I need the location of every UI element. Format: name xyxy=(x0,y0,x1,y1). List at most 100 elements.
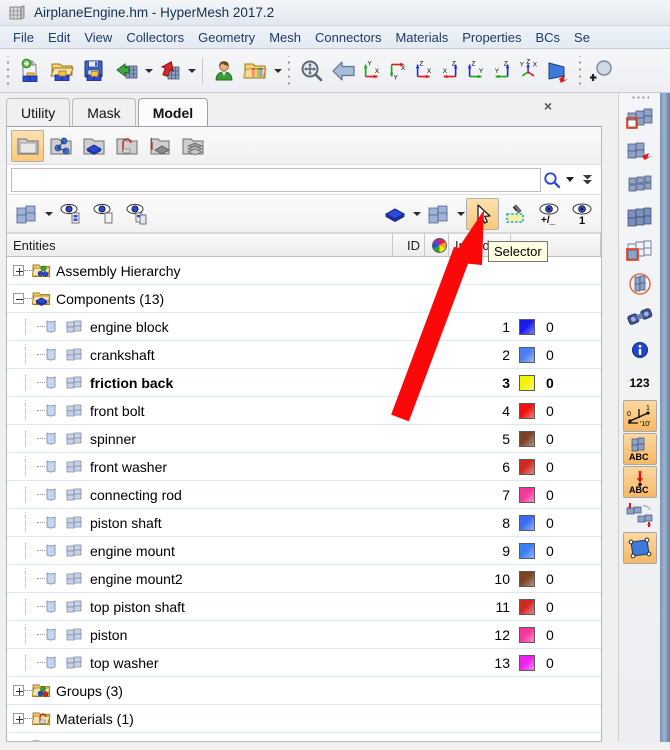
close-icon[interactable]: × xyxy=(540,98,556,114)
reverse-display-button[interactable] xyxy=(120,198,153,230)
rail-load-abc-button[interactable]: ABC xyxy=(622,466,657,498)
table-row[interactable]: piston 12 0 xyxy=(7,621,601,649)
expander-plus-icon[interactable] xyxy=(13,685,24,696)
expander-plus-icon[interactable] xyxy=(13,713,24,724)
column-entities[interactable]: Entities xyxy=(7,234,393,256)
menu-connectors[interactable]: Connectors xyxy=(308,28,388,47)
expander-plus-icon[interactable] xyxy=(13,265,24,276)
assembly-view-button[interactable] xyxy=(44,130,77,162)
table-row[interactable]: spinner 5 0 xyxy=(7,425,601,453)
tab-mask[interactable]: Mask xyxy=(72,98,136,126)
material-view-button[interactable] xyxy=(110,130,143,162)
tree-node-materials[interactable]: Materials (1) xyxy=(7,705,601,733)
tree-node-components[interactable]: Components (13) xyxy=(7,285,601,313)
table-row[interactable]: engine mount 9 0 xyxy=(7,537,601,565)
color-swatch[interactable] xyxy=(519,458,535,475)
component-color[interactable] xyxy=(515,514,539,531)
menu-edit[interactable]: Edit xyxy=(41,28,77,47)
view-xz-button[interactable]: Z X xyxy=(412,54,438,88)
component-color[interactable] xyxy=(515,654,539,671)
double-chevron-down-icon[interactable] xyxy=(577,168,597,192)
isolate-button[interactable]: 1 xyxy=(565,198,598,230)
column-id[interactable]: ID xyxy=(393,234,425,256)
color-swatch[interactable] xyxy=(519,514,535,531)
zoom-fit-button[interactable] xyxy=(296,54,328,88)
table-row[interactable]: top piston shaft 11 0 xyxy=(7,593,601,621)
rail-binoculars-button[interactable] xyxy=(623,301,657,333)
view-xz-reverse-button[interactable]: Z X xyxy=(438,54,464,88)
open-model-button[interactable] xyxy=(47,54,79,88)
element-color-caret[interactable] xyxy=(411,197,422,231)
selector-button[interactable] xyxy=(466,197,499,230)
menu-mesh[interactable]: Mesh xyxy=(262,28,308,47)
rail-numbers-button[interactable]: 123 xyxy=(623,367,657,399)
rail-mesh-rotate-button[interactable] xyxy=(623,136,657,168)
export-model-button[interactable] xyxy=(154,54,186,88)
color-swatch[interactable] xyxy=(519,430,535,447)
component-color[interactable] xyxy=(515,402,539,419)
new-model-button[interactable] xyxy=(15,54,47,88)
color-swatch[interactable] xyxy=(519,346,535,363)
component-color[interactable] xyxy=(515,458,539,475)
color-swatch[interactable] xyxy=(519,570,535,587)
menu-file[interactable]: File xyxy=(6,28,41,47)
component-color[interactable] xyxy=(515,626,539,643)
search-field-wrapper[interactable] xyxy=(11,167,541,192)
component-color[interactable] xyxy=(515,346,539,363)
table-row[interactable]: top washer 13 0 xyxy=(7,649,601,677)
component-color[interactable] xyxy=(515,542,539,559)
menu-materials[interactable]: Materials xyxy=(388,28,455,47)
menu-collectors[interactable]: Collectors xyxy=(119,28,191,47)
import-dropdown-caret[interactable] xyxy=(143,54,154,88)
color-swatch[interactable] xyxy=(519,402,535,419)
color-swatch[interactable] xyxy=(519,598,535,615)
rail-info-button[interactable] xyxy=(623,334,657,366)
rail-mesh-solid-button[interactable] xyxy=(623,202,657,234)
color-swatch[interactable] xyxy=(519,626,535,643)
save-model-button[interactable] xyxy=(79,54,111,88)
component-color[interactable] xyxy=(515,374,539,391)
session-dropdown-caret[interactable] xyxy=(272,54,283,88)
thickness-view-button[interactable]: t xyxy=(143,130,176,162)
table-row[interactable]: engine mount2 10 0 xyxy=(7,565,601,593)
open-session-button[interactable] xyxy=(240,54,272,88)
display-components-button[interactable] xyxy=(10,198,43,230)
component-color[interactable] xyxy=(515,318,539,335)
components-view-button[interactable] xyxy=(11,129,44,162)
import-model-button[interactable] xyxy=(111,54,143,88)
search-icon[interactable] xyxy=(541,169,563,191)
view-rotate-button[interactable] xyxy=(542,54,574,88)
rail-mesh-abc-button[interactable]: ABC xyxy=(622,433,657,465)
toolbar-grip-3[interactable] xyxy=(577,55,584,86)
sphere-tool-button[interactable] xyxy=(587,54,619,88)
search-input[interactable] xyxy=(16,171,536,188)
table-row[interactable]: engine block 1 0 xyxy=(7,313,601,341)
table-row[interactable]: friction back 3 0 xyxy=(7,369,601,397)
user-profile-button[interactable] xyxy=(208,54,240,88)
color-swatch[interactable] xyxy=(519,486,535,503)
toolbar-grip-2[interactable] xyxy=(286,55,293,86)
ply-view-button[interactable] xyxy=(176,130,209,162)
view-yz-button[interactable]: Z Y xyxy=(464,54,490,88)
view-iso-button[interactable]: Y Z X xyxy=(516,54,542,88)
expander-minus-icon[interactable] xyxy=(13,293,24,304)
show-all-button[interactable] xyxy=(54,198,87,230)
export-dropdown-caret[interactable] xyxy=(186,54,197,88)
component-color[interactable] xyxy=(515,598,539,615)
mesh-display-button[interactable] xyxy=(422,198,455,230)
rail-mesh-circle-button[interactable] xyxy=(623,268,657,300)
color-swatch[interactable] xyxy=(519,374,535,391)
rail-surface-button[interactable] xyxy=(622,532,657,564)
rail-mesh-shrink-button[interactable] xyxy=(623,169,657,201)
view-xy-reverse-button[interactable]: X Y xyxy=(386,54,412,88)
table-row[interactable]: piston shaft 8 0 xyxy=(7,509,601,537)
mesh-display-caret[interactable] xyxy=(455,197,466,231)
menu-view[interactable]: View xyxy=(77,28,119,47)
tree-node-groups[interactable]: Groups (3) xyxy=(7,677,601,705)
component-color[interactable] xyxy=(515,430,539,447)
display-dropdown-caret[interactable] xyxy=(43,197,54,231)
show-hide-toggle-button[interactable]: +/_ xyxy=(532,198,565,230)
rail-mesh-select-button[interactable] xyxy=(623,103,657,135)
component-color[interactable] xyxy=(515,486,539,503)
component-color[interactable] xyxy=(515,570,539,587)
